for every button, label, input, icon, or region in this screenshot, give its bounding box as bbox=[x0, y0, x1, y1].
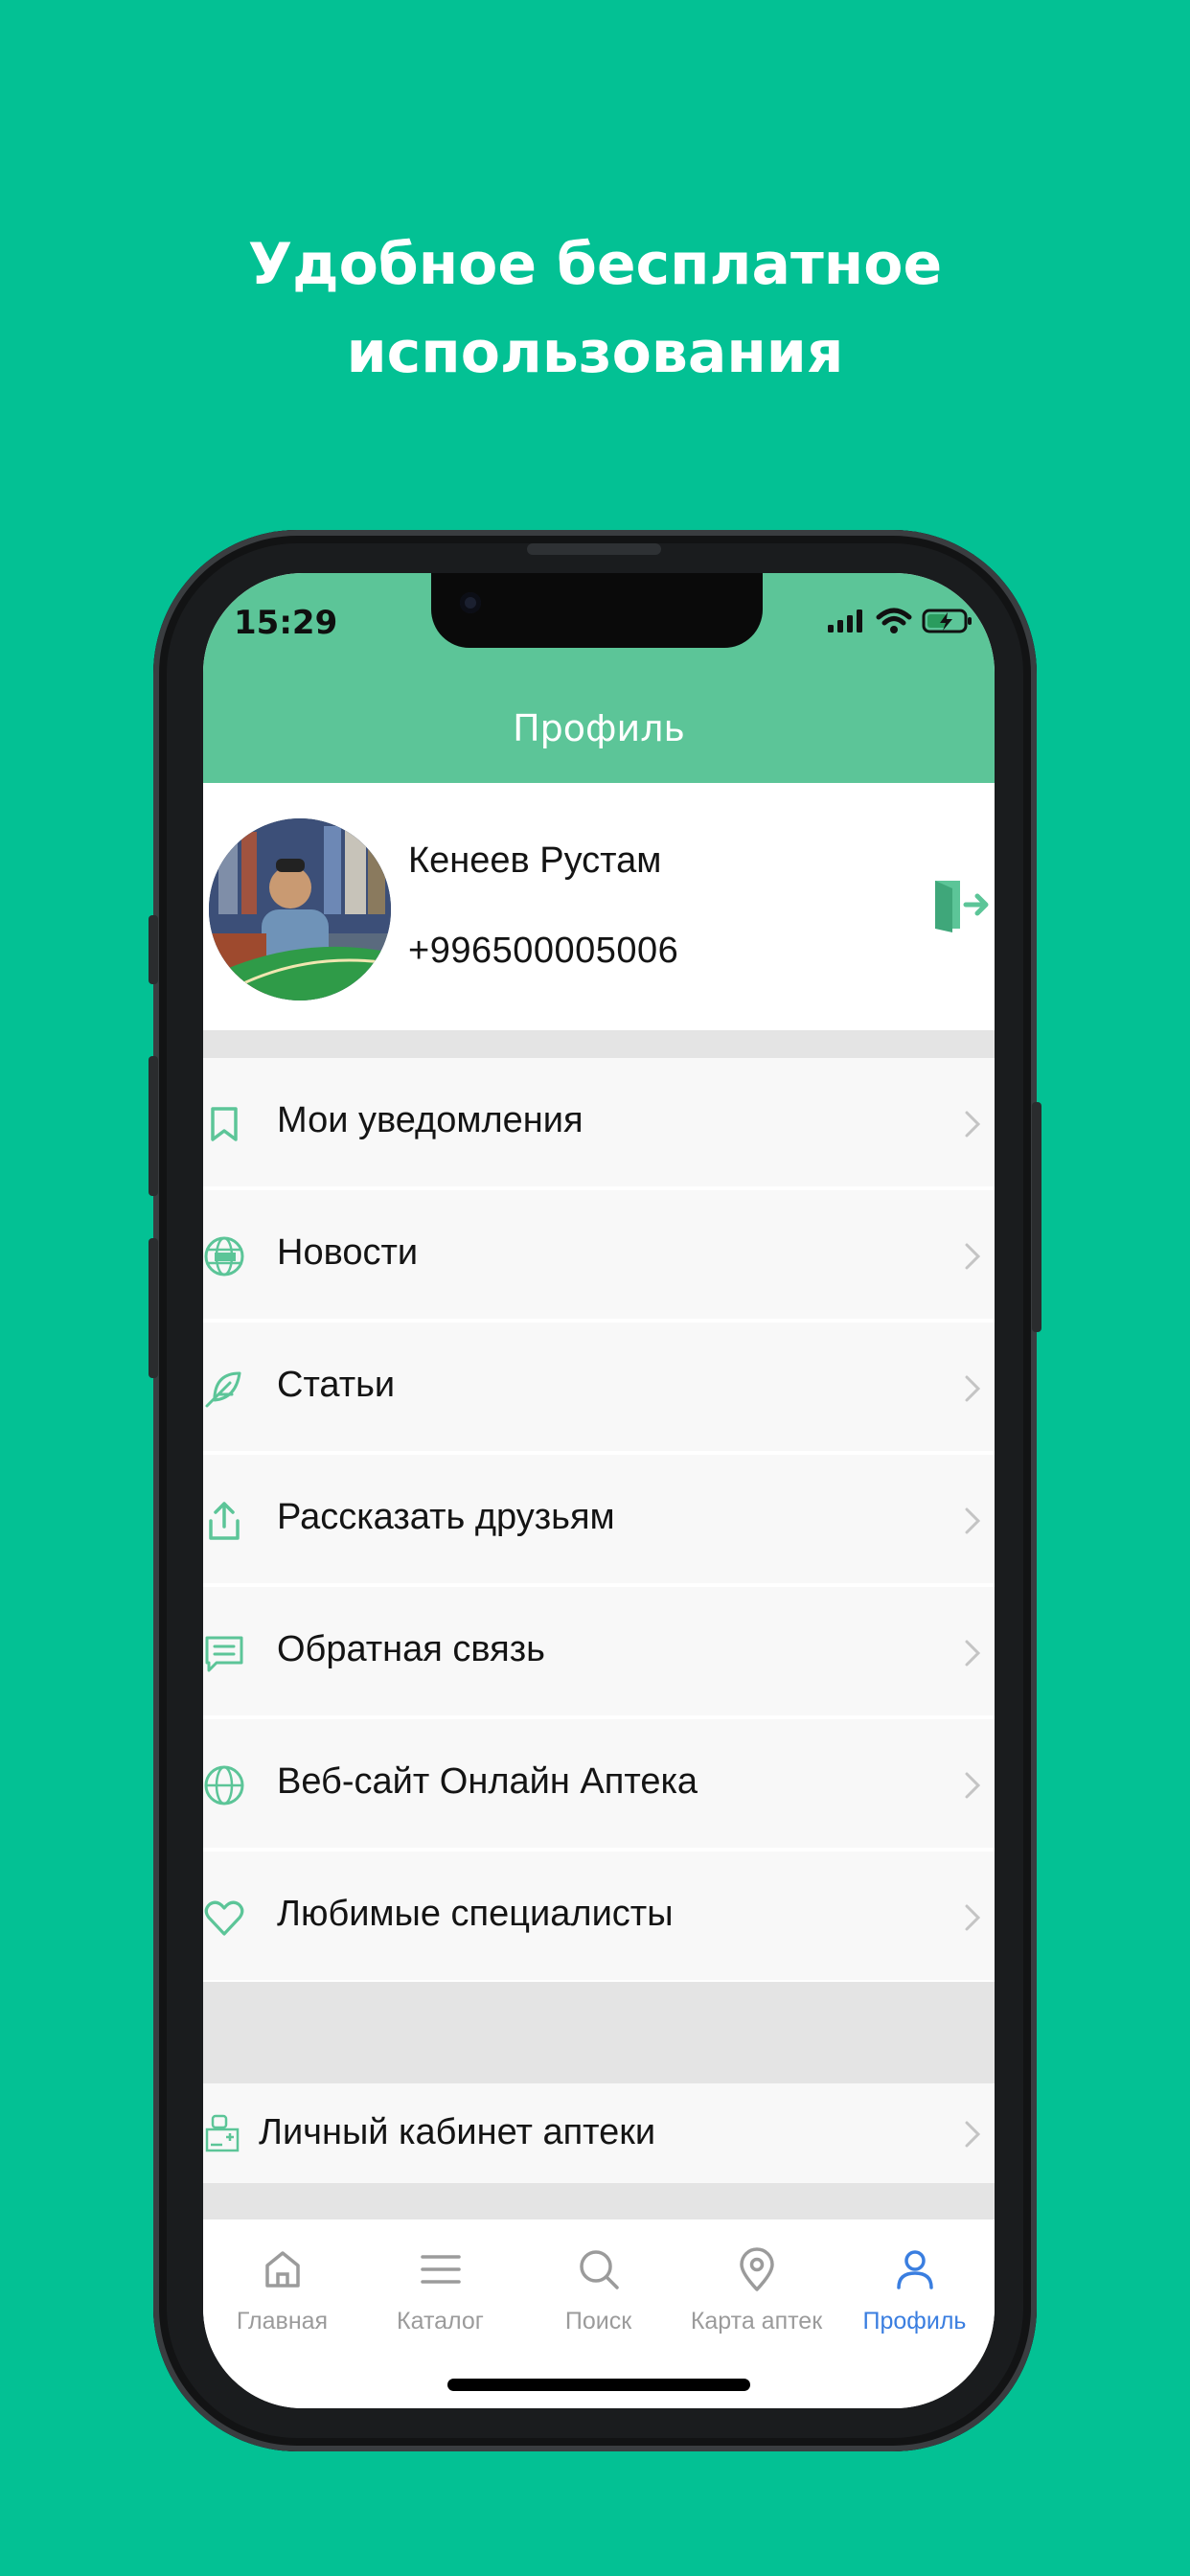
user-name: Кенеев Рустам bbox=[408, 840, 662, 881]
tab-label: Главная bbox=[236, 2308, 329, 2334]
chevron-right-icon bbox=[965, 1375, 981, 1402]
avatar-photo bbox=[209, 818, 391, 1000]
section-divider bbox=[203, 2183, 995, 2220]
front-camera bbox=[460, 592, 481, 613]
section-divider bbox=[203, 1030, 995, 1058]
promo-line-2: использования bbox=[346, 319, 844, 386]
avatar[interactable] bbox=[209, 818, 391, 1000]
volume-up-button bbox=[149, 1056, 158, 1196]
menu-item-label: Новости bbox=[277, 1232, 419, 1273]
profile-card: Кенеев Рустам +996500005006 bbox=[203, 783, 995, 1030]
heart-icon bbox=[204, 1900, 244, 1936]
chevron-right-icon bbox=[965, 2121, 981, 2148]
tab-search[interactable]: Поиск bbox=[519, 2220, 677, 2344]
map-pin-icon bbox=[739, 2247, 774, 2291]
signal-icon bbox=[828, 610, 862, 632]
user-phone: +996500005006 bbox=[408, 931, 679, 971]
chevron-right-icon bbox=[965, 1640, 981, 1667]
promo-line-1: Удобное бесплатное bbox=[247, 231, 943, 298]
globe-news-icon bbox=[204, 1236, 244, 1276]
profile-menu: Мои уведомления Новости Статьи Рассказат… bbox=[203, 1058, 995, 1984]
menu-item-share[interactable]: Рассказать друзьям bbox=[203, 1455, 995, 1583]
status-time: 15:29 bbox=[234, 604, 338, 642]
tab-label: Каталог bbox=[397, 2308, 484, 2334]
tab-catalog[interactable]: Каталог bbox=[361, 2220, 519, 2344]
wifi-icon bbox=[876, 608, 912, 633]
home-indicator[interactable] bbox=[447, 2379, 750, 2391]
globe-icon bbox=[204, 1765, 244, 1806]
menu-item-feedback[interactable]: Обратная связь bbox=[203, 1587, 995, 1715]
battery-charging-icon bbox=[922, 609, 972, 633]
menu-item-news[interactable]: Новости bbox=[203, 1190, 995, 1319]
tab-profile[interactable]: Профиль bbox=[835, 2220, 994, 2344]
notch bbox=[431, 573, 763, 648]
chevron-right-icon bbox=[965, 1904, 981, 1931]
menu-item-label: Личный кабинет аптеки bbox=[259, 2112, 656, 2152]
status-icons bbox=[828, 608, 973, 634]
chevron-right-icon bbox=[965, 1111, 981, 1138]
tab-pharmacy-map[interactable]: Карта аптек bbox=[677, 2220, 835, 2344]
menu-item-favorite-specialists[interactable]: Любимые специалисты bbox=[203, 1852, 995, 1980]
tab-home[interactable]: Главная bbox=[203, 2220, 361, 2344]
bookmark-icon bbox=[211, 1107, 238, 1141]
menu-item-label: Рассказать друзьям bbox=[277, 1497, 615, 1537]
tab-label: Карта аптек bbox=[690, 2308, 823, 2334]
phone-screen: 15:29 Профиль Кенеев Рустам +99650000500… bbox=[203, 573, 995, 2408]
home-icon bbox=[264, 2251, 300, 2288]
pharmacy-icon bbox=[205, 2114, 240, 2152]
menu-item-website[interactable]: Веб-сайт Онлайн Аптека bbox=[203, 1719, 995, 1848]
menu-item-notifications[interactable]: Мои уведомления bbox=[203, 1058, 995, 1186]
menu-icon bbox=[420, 2255, 461, 2284]
chevron-right-icon bbox=[965, 1507, 981, 1534]
menu-item-label: Обратная связь bbox=[277, 1629, 545, 1669]
tab-label: Поиск bbox=[564, 2308, 632, 2334]
menu-item-pharmacy-cabinet[interactable]: Личный кабинет аптеки bbox=[203, 2083, 995, 2183]
earpiece-speaker bbox=[527, 543, 661, 555]
page-title: Профиль bbox=[513, 707, 685, 749]
menu-item-articles[interactable]: Статьи bbox=[203, 1322, 995, 1451]
tab-bar: Главная Каталог Поиск Карта аптек Профил… bbox=[203, 2220, 995, 2408]
volume-down-button bbox=[149, 1238, 158, 1378]
chevron-right-icon bbox=[965, 1243, 981, 1270]
promo-headline: Удобное бесплатное использования bbox=[0, 220, 1190, 397]
mute-switch bbox=[149, 915, 158, 984]
chevron-right-icon bbox=[965, 1772, 981, 1799]
menu-item-label: Любимые специалисты bbox=[277, 1894, 674, 1934]
menu-item-label: Мои уведомления bbox=[277, 1100, 584, 1140]
chat-icon bbox=[205, 1636, 243, 1672]
section-divider bbox=[203, 1982, 995, 2083]
menu-item-label: Статьи bbox=[277, 1365, 396, 1405]
power-button bbox=[1032, 1102, 1041, 1332]
tab-label: Профиль bbox=[862, 2308, 967, 2334]
logout-icon[interactable] bbox=[931, 877, 989, 932]
search-icon bbox=[579, 2250, 619, 2289]
menu-item-label: Веб-сайт Онлайн Аптека bbox=[277, 1761, 698, 1802]
feather-icon bbox=[205, 1371, 241, 1408]
user-icon bbox=[896, 2250, 933, 2289]
share-icon bbox=[209, 1502, 240, 1540]
